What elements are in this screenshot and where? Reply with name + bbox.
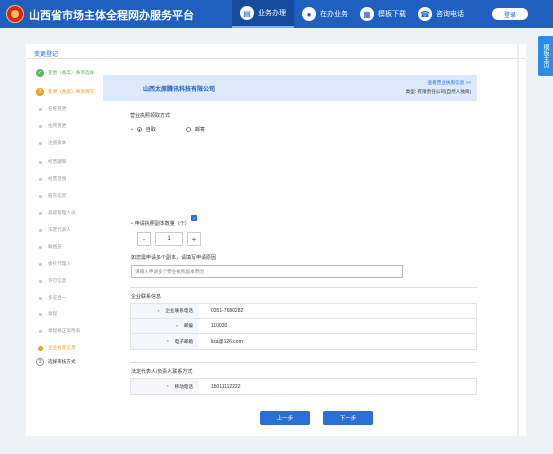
mobile-field[interactable]: 15011112222 [211, 379, 240, 394]
substep-multi-cert[interactable]: 多证合一 [36, 295, 66, 301]
template-home-tab[interactable]: 模板主页 [538, 36, 553, 76]
divider [130, 362, 477, 363]
substep-capital[interactable]: 注册资本 [36, 140, 66, 146]
decrement-button[interactable]: - [137, 232, 151, 246]
company-type: 类型: 有限责任公司(自然人独资) [405, 89, 471, 94]
substep-agent[interactable]: 委托代理人 [36, 261, 71, 267]
bullet-icon [38, 141, 42, 145]
bullet-icon [38, 160, 42, 164]
radio-self-pickup[interactable]: • 自取 [131, 126, 156, 134]
divider [130, 287, 477, 288]
view-license-link[interactable]: 查看营业执照信息 >> [428, 80, 471, 86]
nav-business[interactable]: ▤ 业务办理 [232, 0, 294, 28]
person-icon: ● [302, 7, 316, 21]
postcode-field[interactable]: 110030 [211, 319, 227, 333]
bullet-icon [38, 228, 42, 232]
nav-hotline[interactable]: ☎ 咨询电话 [418, 0, 464, 28]
company-banner: 山西太原腾讯科技有限公司 查看营业执照信息 >> 类型: 有限责任公司(自然人独… [103, 75, 477, 101]
bullet-icon [38, 329, 42, 333]
template-icon: ▦ [360, 7, 374, 21]
substep-term[interactable]: 经营期限 [36, 159, 66, 165]
email-field[interactable]: lisa@126.com [211, 334, 243, 349]
substep-name[interactable]: 名称变更 [36, 106, 66, 112]
help-icon[interactable]: ? [191, 215, 197, 221]
login-button[interactable]: 登录 [492, 8, 528, 20]
bullet-icon [38, 211, 42, 215]
prev-button[interactable]: 上一步 [260, 411, 310, 425]
substep-managers[interactable]: 高级管理人员 [36, 210, 76, 216]
phone-field[interactable]: 0351-7680282 [211, 304, 243, 318]
next-button[interactable]: 下一步 [323, 411, 373, 425]
bullet-icon [38, 296, 42, 300]
emblem-logo [6, 5, 24, 23]
step-number-2: 2 [36, 88, 44, 96]
table-row: * 电子邮箱 lisa@126.com [131, 334, 476, 349]
increment-button[interactable]: + [187, 232, 201, 246]
copies-value[interactable]: 1 [155, 232, 183, 246]
copies-label: • 申请执照副本数量（个） [131, 221, 190, 227]
bullet-icon [38, 124, 42, 128]
top-header: 山西省市场主体全程网办服务平台 ▤ 业务办理 ● 在办业务 ▦ 模板下载 ☎ 咨… [0, 0, 553, 28]
substep-scope[interactable]: 经营范围 [36, 176, 66, 182]
company-name: 山西太原腾讯科技有限公司 [143, 87, 216, 93]
substep-shareholders[interactable]: 股东信息 [36, 193, 66, 199]
panel-title: 变更登记 [34, 52, 59, 58]
table-row: * 邮编 110030 [131, 319, 476, 334]
step-review[interactable]: 3 选择审核方式 [36, 358, 76, 366]
copy-reason-label: 如您需申请多个副本，请填写申请原因 [131, 255, 217, 261]
radio-mail[interactable]: 邮寄 [186, 126, 205, 133]
bullet-icon [38, 194, 42, 198]
nav-templates[interactable]: ▦ 模板下载 [360, 0, 406, 28]
radio-unchecked-icon [186, 127, 191, 132]
bullet-icon [38, 177, 42, 181]
check-icon: ✓ [36, 69, 44, 77]
step-select[interactable]: ✓ 变更（备案）事项选择 [36, 69, 94, 77]
table-row: * 移动电话 15011112222 [131, 379, 476, 394]
step-number-3: 3 [36, 358, 44, 366]
contact-title: 企业联系信息 [131, 294, 162, 300]
substep-extra-info[interactable]: 企业补充信息 [36, 345, 76, 351]
site-title: 山西省市场主体全程网办服务平台 [29, 10, 194, 22]
bullet-icon [37, 345, 43, 351]
copy-reason-input[interactable]: 请输入申请多个营业执照副本原因 [131, 265, 403, 278]
bullet-icon [38, 107, 42, 111]
substep-charter[interactable]: 章程 [36, 311, 57, 317]
bullet-icon [38, 245, 42, 249]
bullet-icon [38, 262, 42, 266]
legal-rep-title: 法定代表人/负责人联系方式 [131, 369, 193, 375]
divider [26, 58, 526, 59]
bullet-icon [38, 312, 42, 316]
substep-address[interactable]: 住所变更 [36, 123, 66, 129]
contact-table: * 企业联系电话 0351-7680282 * 邮编 110030 * 电子邮箱… [130, 303, 477, 350]
scrollbar[interactable] [517, 44, 519, 436]
substep-legal-rep[interactable]: 法定代表人 [36, 227, 71, 233]
substep-charter-amend[interactable]: 章程修正案附表 [36, 328, 80, 334]
nav-in-progress[interactable]: ● 在办业务 [302, 0, 348, 28]
doc-icon: ▤ [240, 6, 254, 20]
step-fill[interactable]: 2 变更（备案）事项填写 [36, 88, 94, 96]
radio-checked-icon [136, 127, 142, 132]
phone-icon: ☎ [418, 7, 432, 21]
legal-rep-table: * 移动电话 15011112222 [130, 378, 477, 395]
substep-license[interactable]: 许可信息 [36, 278, 66, 284]
table-row: * 企业联系电话 0351-7680282 [131, 304, 476, 319]
license-method-title: 营业执照领取方式 [130, 113, 171, 119]
bullet-icon [38, 279, 42, 283]
substep-liaison[interactable]: 联络员 [36, 244, 62, 250]
